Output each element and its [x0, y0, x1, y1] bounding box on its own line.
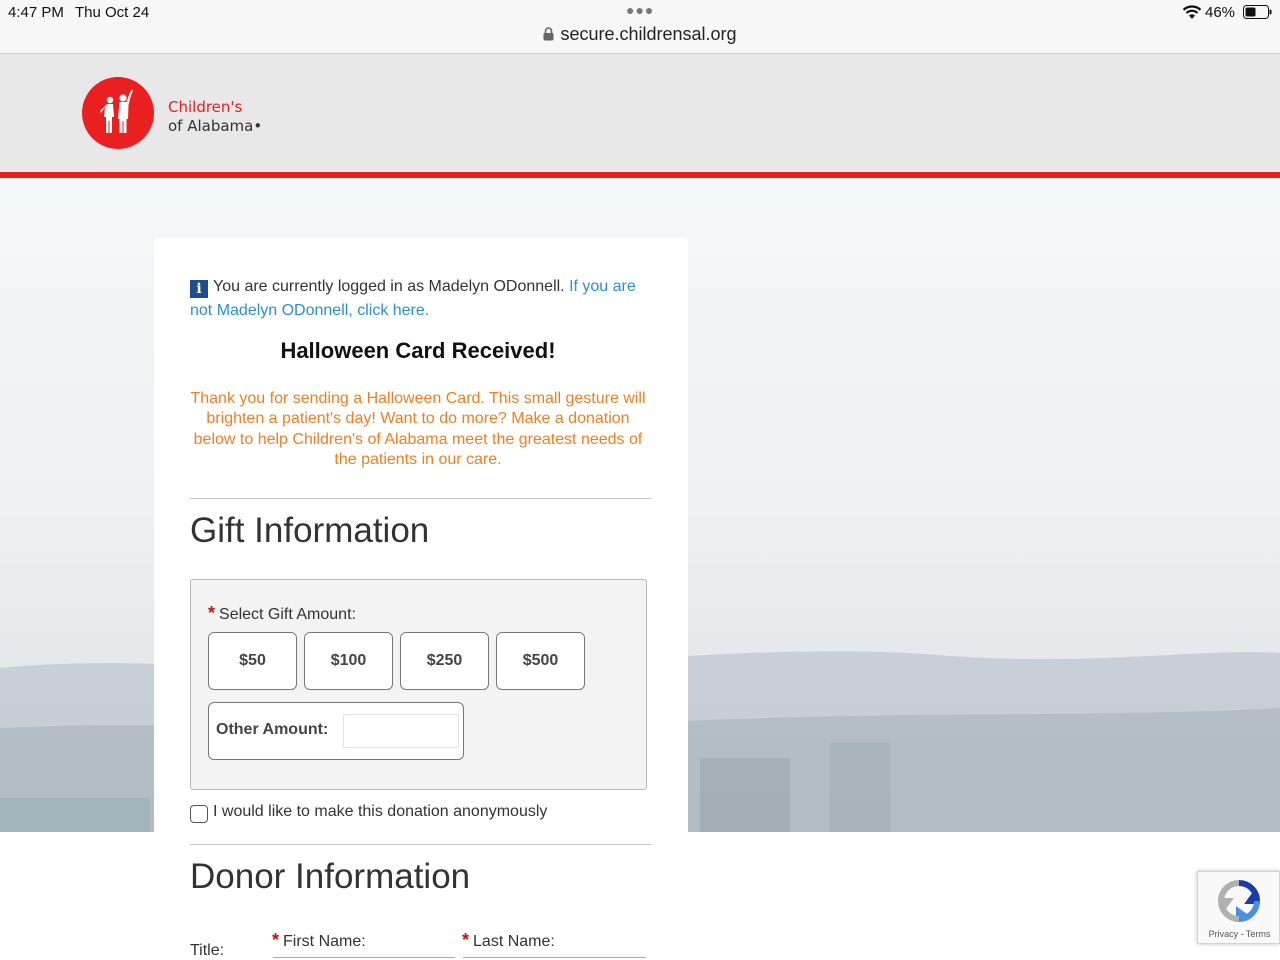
recaptcha-links[interactable]: Privacy - Terms: [1198, 929, 1280, 939]
confirmation-message: Thank you for sending a Halloween Card. …: [190, 390, 646, 469]
last-name-label: * Last Name:: [462, 930, 555, 950]
required-asterisk-icon: *: [272, 930, 280, 950]
amount-100-button[interactable]: $100: [304, 632, 393, 690]
section-divider: [190, 844, 652, 845]
brand-name-line1: Children's: [168, 98, 243, 116]
status-time: 4:47 PM: [8, 4, 64, 21]
recaptcha-badge[interactable]: Privacy - Terms: [1197, 871, 1280, 944]
gift-information-heading: Gift Information: [190, 511, 430, 550]
other-amount-label: Other Amount:: [216, 721, 329, 738]
section-divider: [190, 498, 652, 499]
donor-information-heading: Donor Information: [190, 857, 471, 896]
battery-percent: 46%: [1205, 4, 1236, 21]
children-figures-icon: [100, 89, 133, 133]
status-bar: 4:47 PM Thu Oct 24 ●●● 46% secure.childr…: [0, 0, 1280, 54]
wifi-icon: [1182, 5, 1202, 19]
multitasking-dots-icon[interactable]: ●●●: [626, 2, 654, 18]
anonymous-checkbox[interactable]: [190, 805, 208, 823]
info-icon: i: [190, 280, 208, 298]
recaptcha-icon: [1217, 880, 1261, 923]
anonymous-label[interactable]: I would like to make this donation anony…: [213, 803, 547, 821]
required-asterisk-icon: *: [462, 930, 470, 950]
address-bar[interactable]: secure.childrensal.org: [0, 24, 1280, 45]
first-name-label: * First Name:: [272, 930, 366, 950]
title-field-label: Title:: [190, 942, 225, 959]
required-asterisk-icon: *: [208, 603, 216, 623]
address-url: secure.childrensal.org: [560, 24, 737, 44]
status-date: Thu Oct 24: [75, 4, 150, 21]
confirmation-title: Halloween Card Received!: [280, 338, 556, 363]
amount-50-button[interactable]: $50: [208, 632, 297, 690]
battery-icon: [1243, 5, 1272, 19]
amount-500-button[interactable]: $500: [496, 632, 585, 690]
brand-name-line2: of Alabama•: [168, 117, 263, 135]
amount-250-button[interactable]: $250: [400, 632, 489, 690]
other-amount-input[interactable]: [343, 714, 459, 748]
gift-amount-label: * Select Gift Amount:: [208, 603, 356, 623]
login-notice: i You are currently logged in as Madelyn …: [190, 275, 655, 323]
lock-icon: [543, 27, 554, 41]
login-notice-text: You are currently logged in as Madelyn O…: [213, 278, 570, 295]
